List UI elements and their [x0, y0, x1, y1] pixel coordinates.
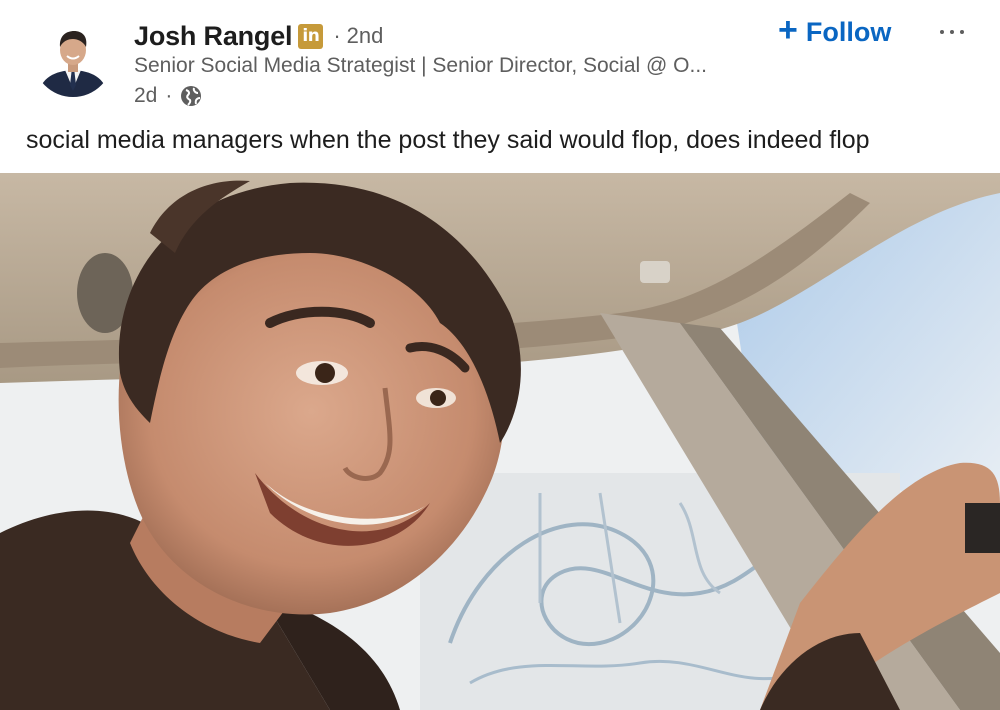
globe-icon — [180, 85, 202, 107]
linkedin-post: Josh Rangel in · 2nd Senior Social Media … — [0, 0, 1000, 710]
meme-photo — [0, 173, 1000, 710]
linkedin-premium-badge-icon: in — [298, 23, 324, 49]
ellipsis-dot-icon — [950, 30, 954, 34]
plus-icon: + — [778, 11, 798, 49]
post-image[interactable] — [0, 173, 1000, 710]
ellipsis-dot-icon — [940, 30, 944, 34]
connection-degree-label: 2nd — [346, 23, 384, 48]
more-options-button[interactable] — [930, 20, 974, 44]
author-headline: Senior Social Media Strategist | Senior … — [134, 54, 708, 77]
person-in-suit-avatar-icon — [33, 17, 113, 97]
post-header: Josh Rangel in · 2nd Senior Social Media … — [0, 0, 1000, 120]
author-name[interactable]: Josh Rangel — [134, 21, 293, 52]
follow-button[interactable]: + Follow — [778, 12, 891, 52]
separator-dot: · — [165, 84, 173, 107]
separator-dot: · — [333, 23, 341, 48]
author-avatar[interactable] — [33, 17, 113, 97]
ellipsis-dot-icon — [960, 30, 964, 34]
post-commentary: social media managers when the post they… — [26, 126, 870, 154]
post-timestamp: 2d — [134, 84, 158, 107]
follow-label: Follow — [805, 16, 892, 47]
author-name-row: Josh Rangel in · 2nd — [134, 18, 383, 54]
connection-degree: · 2nd — [333, 23, 383, 49]
post-meta: 2d · — [134, 82, 202, 110]
